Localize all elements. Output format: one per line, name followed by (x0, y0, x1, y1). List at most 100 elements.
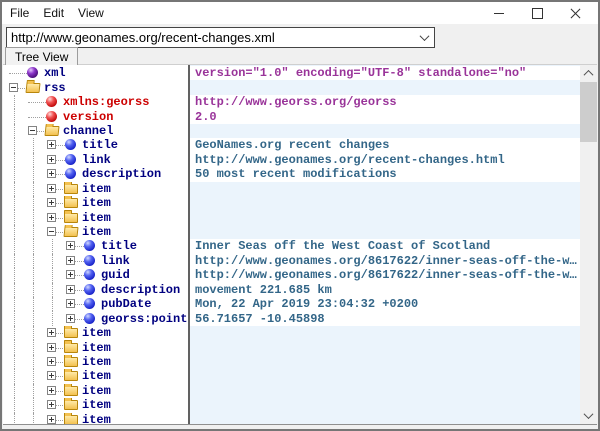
tree-node[interactable]: link (3, 153, 188, 167)
attribute-icon (46, 111, 57, 122)
vertical-scrollbar[interactable] (580, 65, 597, 424)
node-value: version="1.0" encoding="UTF-8" standalon… (190, 66, 526, 80)
scroll-up-button[interactable] (580, 65, 597, 82)
folder-icon (63, 370, 80, 382)
tree-connector (44, 196, 63, 210)
folder-icon (64, 371, 78, 381)
url-input[interactable]: http://www.geonames.org/recent-changes.x… (7, 30, 415, 45)
tree-node[interactable]: guid (3, 268, 188, 282)
expand-icon[interactable] (47, 213, 56, 222)
maximize-button[interactable] (518, 2, 556, 24)
tree-node[interactable]: rss (3, 80, 188, 94)
tree-guide-line (6, 182, 25, 196)
tree-node[interactable]: channel (3, 124, 188, 138)
folder-icon (64, 400, 78, 410)
tree-guide-line (25, 384, 44, 398)
expand-icon[interactable] (66, 256, 75, 265)
tree-guide-line (6, 268, 25, 282)
collapse-icon[interactable] (28, 126, 37, 135)
expand-icon[interactable] (66, 241, 75, 250)
maximize-icon (532, 8, 543, 19)
collapse-icon[interactable] (9, 83, 18, 92)
tree-guide-line (6, 369, 25, 383)
expand-icon[interactable] (47, 415, 56, 424)
node-label: pubDate (101, 297, 151, 311)
tree-node[interactable]: xmlns:georss (3, 95, 188, 109)
expand-icon[interactable] (47, 328, 56, 337)
expand-icon[interactable] (47, 184, 56, 193)
expand-icon[interactable] (47, 169, 56, 178)
tree-connector (25, 124, 44, 138)
expand-icon[interactable] (66, 299, 75, 308)
tree-guide-line (44, 283, 63, 297)
tree-guide-line (6, 138, 25, 152)
expand-icon[interactable] (47, 343, 56, 352)
tree-node[interactable]: item (3, 196, 188, 210)
url-dropdown-button[interactable] (415, 28, 434, 47)
value-row: http://www.georss.org/georss (190, 95, 580, 109)
tree-node[interactable]: item (3, 355, 188, 369)
node-label: xmlns:georss (63, 95, 149, 109)
tree-node[interactable]: link (3, 254, 188, 268)
tree-node[interactable]: title (3, 239, 188, 253)
tree-node[interactable]: item (3, 340, 188, 354)
node-label: link (82, 153, 111, 167)
value-row: movement 221.685 km (190, 283, 580, 297)
value-row (190, 196, 580, 210)
expand-icon[interactable] (47, 400, 56, 409)
tree-guide-line (25, 225, 44, 239)
scrollbar-track[interactable] (580, 82, 597, 407)
expand-icon[interactable] (66, 285, 75, 294)
menu-edit[interactable]: Edit (36, 4, 71, 22)
tree-node[interactable]: pubDate (3, 297, 188, 311)
tree-guide-line (25, 210, 44, 224)
menu-bar: File Edit View (2, 2, 598, 24)
tree-node[interactable]: version (3, 109, 188, 123)
tree-node[interactable]: item (3, 210, 188, 224)
expand-icon[interactable] (47, 357, 56, 366)
tree-node[interactable]: item (3, 182, 188, 196)
tree-connector (25, 109, 44, 123)
menu-file[interactable]: File (3, 4, 36, 22)
node-label: item (82, 211, 111, 225)
tree-node[interactable]: item (3, 384, 188, 398)
node-value: http://www.georss.org/georss (190, 95, 397, 109)
value-pane: version="1.0" encoding="UTF-8" standalon… (190, 65, 580, 424)
node-label: guid (101, 268, 130, 282)
scrollbar-thumb[interactable] (580, 82, 597, 142)
expand-icon[interactable] (47, 198, 56, 207)
expand-icon[interactable] (66, 314, 75, 323)
menu-view[interactable]: View (71, 4, 111, 22)
tree-node[interactable]: item (3, 369, 188, 383)
open-folder-icon (25, 82, 42, 94)
tree-node[interactable]: item (3, 225, 188, 239)
tree-node[interactable]: georss:point (3, 311, 188, 325)
close-button[interactable] (556, 2, 594, 24)
expand-icon[interactable] (47, 155, 56, 164)
tree-guide-line (25, 239, 44, 253)
expand-icon[interactable] (47, 371, 56, 380)
tree-guide-line (25, 268, 44, 282)
expand-icon[interactable] (47, 140, 56, 149)
node-label: item (82, 182, 111, 196)
expand-icon[interactable] (66, 270, 75, 279)
value-row (190, 413, 580, 425)
value-row (190, 398, 580, 412)
tree-node[interactable]: xml (3, 66, 188, 80)
minimize-button[interactable] (480, 2, 518, 24)
url-combobox[interactable]: http://www.geonames.org/recent-changes.x… (6, 27, 435, 48)
collapse-icon[interactable] (47, 227, 56, 236)
value-row (190, 182, 580, 196)
tree-node[interactable]: item (3, 413, 188, 425)
tab-tree-view[interactable]: Tree View (5, 47, 78, 65)
scroll-down-button[interactable] (580, 407, 597, 424)
tree-node[interactable]: description (3, 283, 188, 297)
tree-node[interactable]: item (3, 398, 188, 412)
expand-icon[interactable] (47, 386, 56, 395)
tree-node[interactable]: description (3, 167, 188, 181)
folder-icon (64, 198, 78, 208)
open-folder-icon (44, 126, 59, 136)
xml-tree-pane: xmlrssxmlns:georssversionchanneltitlelin… (3, 65, 188, 424)
tree-node[interactable]: item (3, 326, 188, 340)
tree-node[interactable]: title (3, 138, 188, 152)
